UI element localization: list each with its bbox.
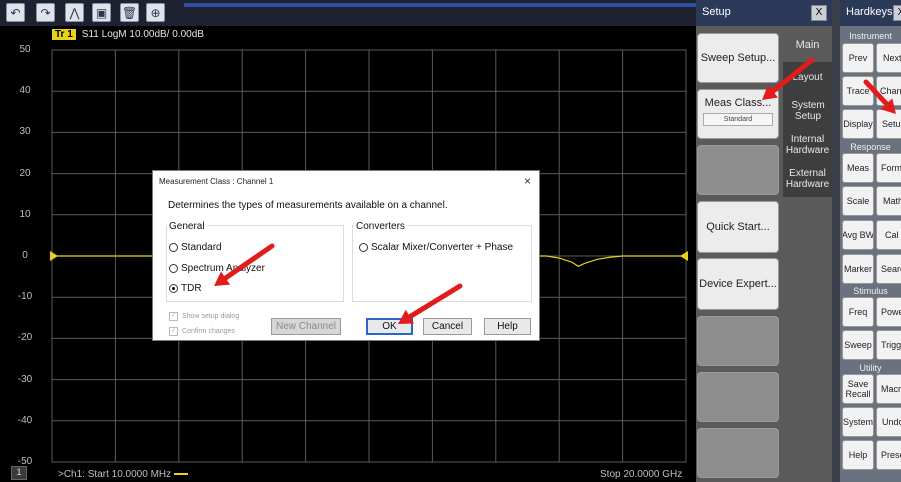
arrow-to-setup-hardkey <box>863 79 896 114</box>
arrow-to-ok-button <box>398 283 463 324</box>
arrow-to-tdr-option <box>214 243 275 286</box>
arrow-to-meas-class <box>762 57 815 100</box>
annotation-arrows <box>214 57 896 324</box>
